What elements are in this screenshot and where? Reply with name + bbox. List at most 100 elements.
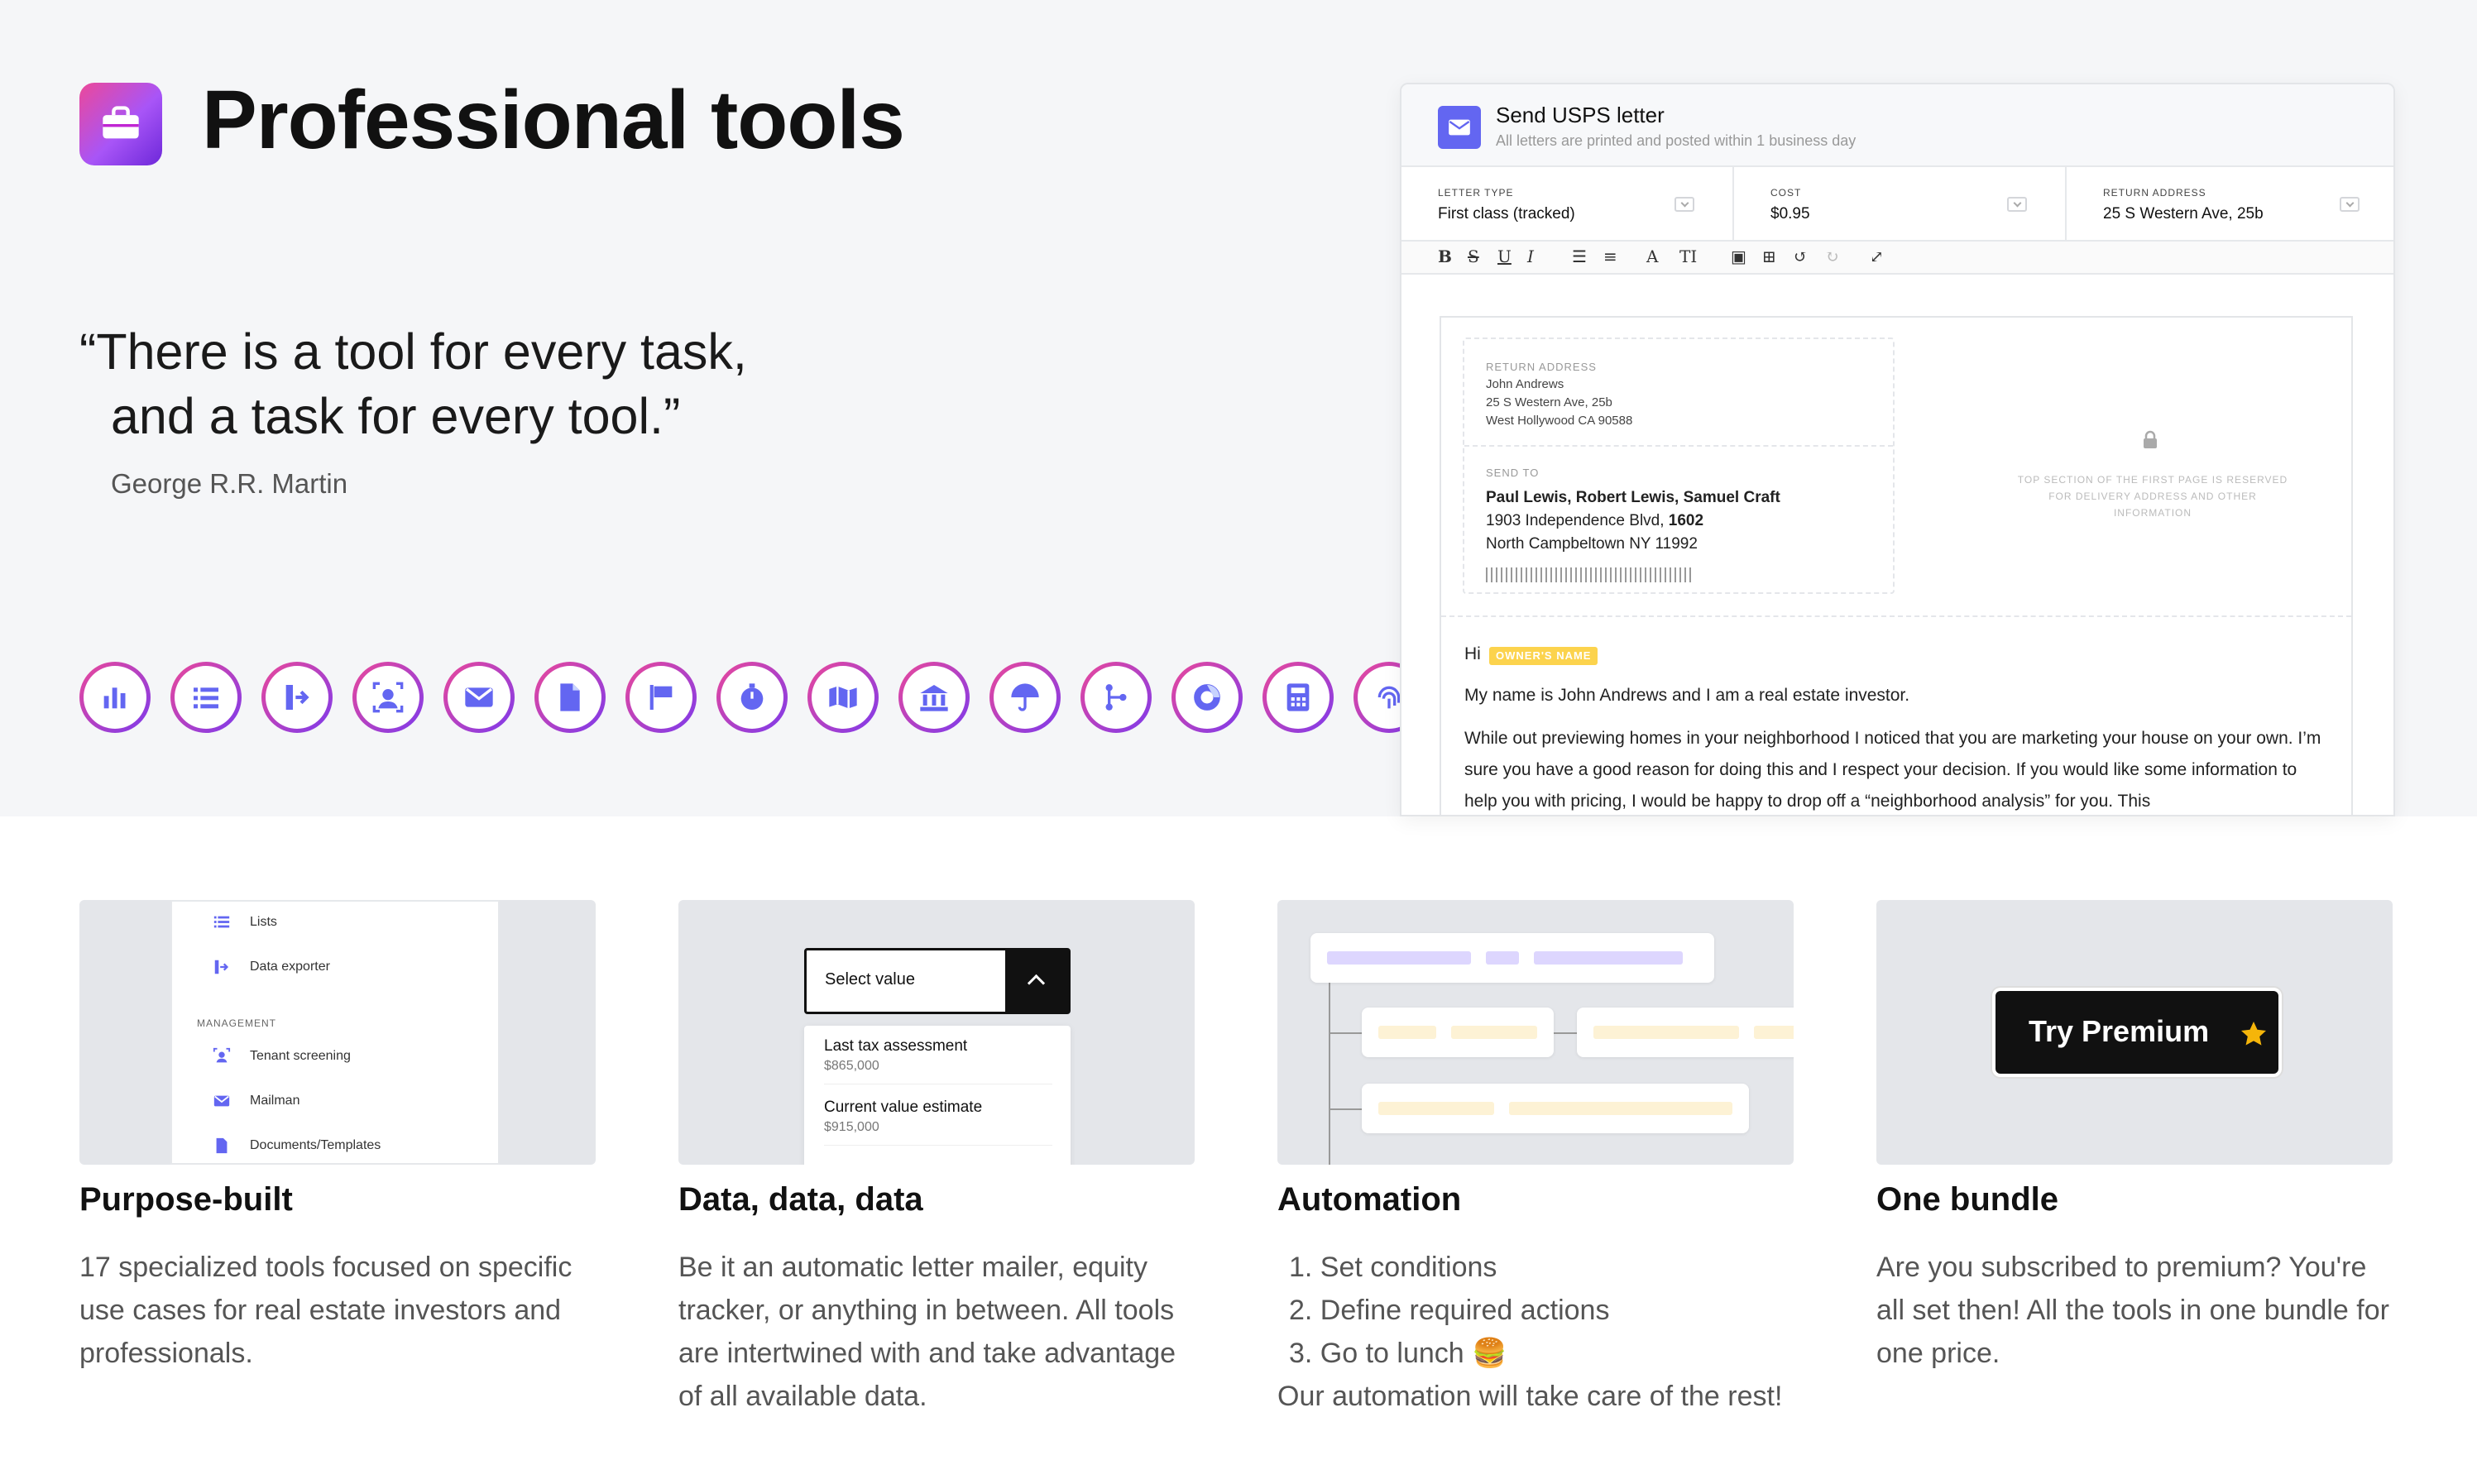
mail-icon[interactable] [443,662,515,733]
return-address-field[interactable]: RETURN ADDRESS 25 S Western Ave, 25b [2067,167,2393,242]
placeholder-bar [1754,1026,1794,1039]
recipient-street: 1903 Independence Blvd, 1602 [1486,510,1703,533]
menu-item-label: Data exporter [250,960,330,974]
numbered-list-icon[interactable]: ≡ [1603,247,1617,266]
menu-item-label: Documents/Templates [250,1138,381,1152]
return-city: West Hollywood CA 90588 [1486,414,1633,428]
try-premium-button[interactable]: Try Premium [1992,988,2282,1077]
condition-node[interactable] [1310,933,1714,983]
field-label: COST [1770,187,1802,199]
unit-number: 1602 [1668,512,1704,529]
briefcase-icon [103,106,139,139]
letter-paragraph-1: My name is John Andrews and I am a real … [1464,686,1910,705]
page-root: Professional tools “There is a tool for … [0,0,2477,1484]
donut-chart-icon[interactable] [1171,662,1243,733]
list-icon [213,916,230,928]
document-icon[interactable] [534,662,606,733]
usps-letter-preview: Send USPS letter All letters are printed… [1400,83,2395,816]
card-thumbnail: Select value Last tax assessment $865,00… [678,900,1195,1165]
bullet-list-icon[interactable]: ☰ [1572,247,1587,266]
field-label: LETTER TYPE [1438,187,1514,199]
branch-icon[interactable] [1080,662,1152,733]
menu-item-label: Tenant screening [250,1049,351,1063]
field-value: First class (tracked) [1438,205,1575,223]
redo-icon[interactable]: ↻ [1825,247,1839,266]
flag-icon[interactable] [625,662,697,733]
strikethrough-button[interactable]: S [1468,247,1479,266]
dropdown-options: Last tax assessment $865,000 Current val… [804,1026,1071,1165]
letter-page: RETURN ADDRESS John Andrews 25 S Western… [1440,316,2353,815]
chart-icon[interactable] [79,662,151,733]
export-icon[interactable] [261,662,333,733]
send-to-label: SEND TO [1486,467,1540,479]
hero-section: Professional tools “There is a tool for … [0,0,2477,816]
card-title: One bundle [1876,1181,2058,1218]
export-icon [214,960,229,974]
text-size-button[interactable]: TI [1679,247,1697,266]
action-node[interactable] [1362,1008,1554,1057]
quote-author: George R.R. Martin [111,468,348,499]
table-icon[interactable]: ⊞ [1762,247,1776,266]
card-thumbnail [1277,900,1794,1165]
bold-button[interactable]: B [1438,247,1452,266]
chevron-down-icon[interactable] [2007,197,2027,212]
cost-field[interactable]: COST $0.95 [1734,167,2067,242]
mail-icon [213,1095,230,1107]
calculator-icon[interactable] [1262,662,1334,733]
card-text: Be it an automatic letter mailer, equity… [678,1252,1176,1412]
barcode [1486,567,1693,582]
underline-button[interactable]: U [1497,247,1512,266]
umbrella-icon[interactable] [989,662,1061,733]
card-text: 17 specialized tools focused on specific… [79,1252,573,1369]
timer-icon[interactable] [716,662,788,733]
return-name: John Andrews [1486,377,1564,391]
chevron-down-icon[interactable] [2340,197,2360,212]
italic-button[interactable]: I [1527,247,1534,266]
card-title: Automation [1277,1181,1462,1218]
letter-type-field[interactable]: LETTER TYPE First class (tracked) [1401,167,1734,242]
list-icon[interactable] [170,662,242,733]
page-title: Professional tools [202,74,905,166]
letter-header: Send USPS letter All letters are printed… [1401,84,2393,167]
return-street: 25 S Western Ave, 25b [1486,395,1612,409]
recipient-names: Paul Lewis, Robert Lewis, Samuel Craft [1486,489,1780,506]
action-node[interactable] [1362,1084,1749,1133]
document-icon [216,1137,228,1154]
chevron-up-icon[interactable] [1005,950,1068,1012]
image-icon[interactable]: ▣ [1731,247,1746,266]
letter-fields: LETTER TYPE First class (tracked) COST $… [1401,167,2393,242]
menu-section-label: MANAGEMENT [197,1017,277,1029]
select-value-dropdown[interactable]: Select value [804,948,1071,1014]
bank-icon[interactable] [898,662,970,733]
placeholder-bar [1378,1026,1436,1039]
briefcase-logo [79,83,162,165]
letter-paragraph-2: While out previewing homes in your neigh… [1464,729,2321,811]
fullscreen-icon[interactable]: ⤢ [1870,247,1884,266]
letter-subtitle: All letters are printed and posted withi… [1496,132,1857,149]
tenant-screening-icon [213,1047,231,1063]
letter-title: Send USPS letter [1496,103,1665,127]
envelope-icon [1438,106,1481,149]
placeholder-bar [1593,1026,1739,1039]
step-summary: Our automation will take care of the res… [1277,1381,1783,1412]
step-item: 1. Set conditions [1289,1252,1497,1283]
undo-icon[interactable]: ↺ [1794,247,1808,266]
font-color-button[interactable]: A [1646,247,1658,266]
map-icon[interactable] [807,662,879,733]
quote-line-2: and a task for every tool.” [111,388,681,444]
option-value: $865,000 [824,1059,879,1073]
card-title: Purpose-built [79,1181,293,1218]
placeholder-bar [1509,1102,1732,1115]
menu-item-label: Lists [250,915,277,929]
tenant-screening-icon[interactable] [352,662,424,733]
field-value: 25 S Western Ave, 25b [2103,205,2264,223]
placeholder-bar [1486,951,1519,965]
divider [1464,445,1893,447]
lock-icon [2144,430,2157,448]
automation-steps: 1. Set conditions 2. Define required act… [1277,1246,1782,1418]
action-node[interactable] [1577,1008,1794,1057]
placeholder-bar [1378,1102,1494,1115]
owner-name-tag[interactable]: OWNER'S NAME [1489,647,1598,665]
chevron-down-icon[interactable] [1674,197,1694,212]
button-label: Try Premium [2029,1014,2210,1048]
